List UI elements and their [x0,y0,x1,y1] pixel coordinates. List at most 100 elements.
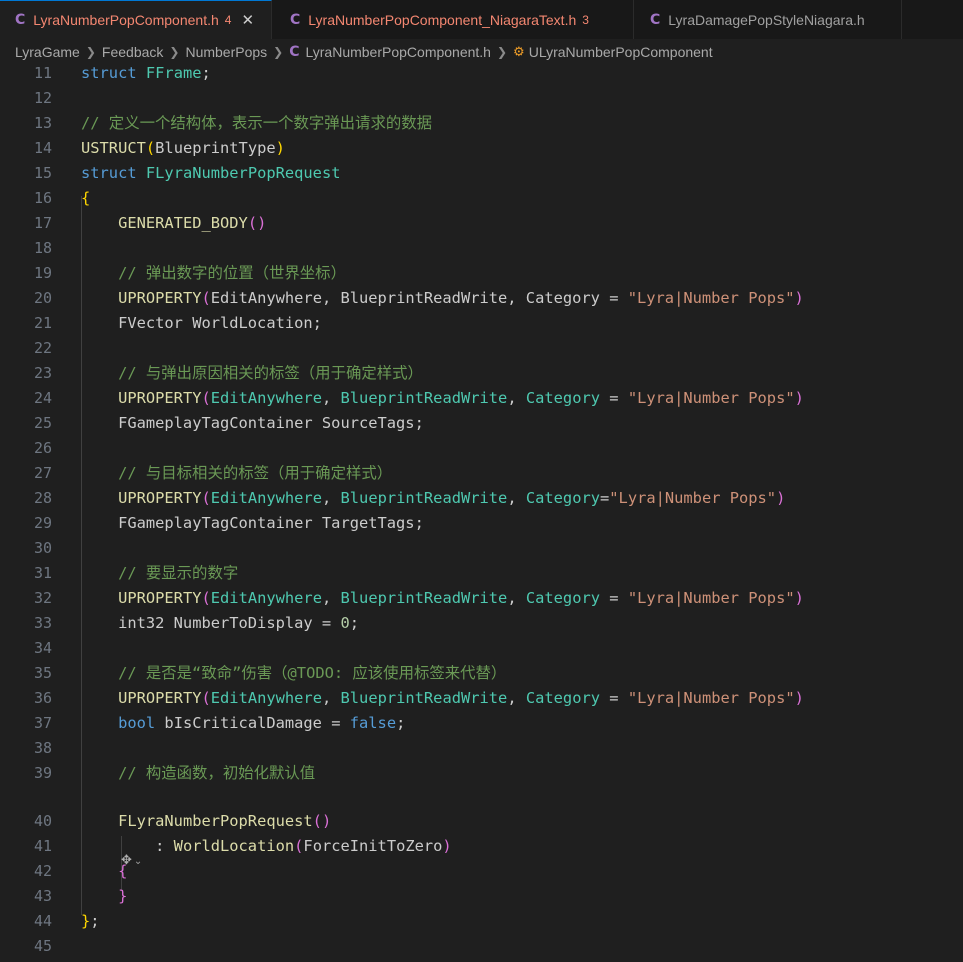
code-line[interactable]: 25 FGameplayTagContainer SourceTags; [0,411,963,436]
code-text: // 弹出数字的位置（世界坐标） [81,261,346,286]
line-number: 11 [33,65,52,82]
class-symbol-icon: ⚙ [513,44,525,60]
chevron-right-icon: ❯ [273,45,284,59]
code-token: ( [201,489,211,507]
line-number: 21 [33,314,52,332]
code-line[interactable]: 36 UPROPERTY(EditAnywhere, BlueprintRead… [0,686,963,711]
code-token: EditAnywhere, BlueprintReadWrite, Catego… [210,289,628,307]
code-line[interactable]: 28 UPROPERTY(EditAnywhere, BlueprintRead… [0,486,963,511]
code-line[interactable]: 39 // 构造函数，初始化默认值 [0,761,963,786]
tab-label: LyraNumberPopComponent.h [33,12,219,28]
code-token: = [600,389,628,407]
code-token: FLyraNumberPopRequest [145,164,341,182]
tab-lyra-number-pop-component-niagara-text[interactable]: C LyraNumberPopComponent_NiagaraText.h 3 [272,0,634,39]
code-token: UPROPERTY [118,589,202,607]
code-token: WorldLocation [173,837,295,855]
line-number: 35 [33,664,52,682]
code-token: ForceInitToZero [303,837,443,855]
code-line[interactable]: 44}; [0,909,963,934]
breadcrumb-item-file[interactable]: LyraNumberPopComponent.h [306,44,491,60]
code-line[interactable]: 31 // 要显示的数字 [0,561,963,586]
code-line[interactable]: 19 // 弹出数字的位置（世界坐标） [0,261,963,286]
code-token: GENERATED_BODY [118,214,248,232]
code-token: Category [525,689,600,707]
line-number: 23 [33,364,52,382]
code-token: FGameplayTagContainer TargetTags; [81,514,424,532]
code-token: FVector WorldLocation; [81,314,322,332]
code-token: ; [396,714,406,732]
code-line[interactable]: 45 [0,934,963,959]
code-token: , [321,689,341,707]
code-line[interactable]: 42 { [0,859,963,884]
code-line[interactable]: 40 FLyraNumberPopRequest() [0,809,963,834]
code-line[interactable]: 32 UPROPERTY(EditAnywhere, BlueprintRead… [0,586,963,611]
code-line[interactable]: 41 : WorldLocation(ForceInitToZero) [0,834,963,859]
code-line[interactable]: 33 int32 NumberToDisplay = 0; [0,611,963,636]
line-number: 45 [33,937,52,955]
code-line[interactable]: 23 // 与弹出原因相关的标签（用于确定样式） [0,361,963,386]
code-token: () [247,214,267,232]
close-icon[interactable]: ✕ [241,11,254,29]
code-token: , [321,489,341,507]
code-text: // 定义一个结构体，表示一个数字弹出请求的数据 [81,111,432,136]
code-line[interactable]: 11 struct FFrame; [0,65,963,86]
code-line[interactable]: 17 GENERATED_BODY() [0,211,963,236]
code-token: UPROPERTY [118,389,202,407]
breadcrumb-item-feedback[interactable]: Feedback [102,44,163,60]
tab-lyra-number-pop-component[interactable]: C LyraNumberPopComponent.h 4 ✕ [0,0,272,39]
code-line[interactable]: 37 bool bIsCriticalDamage = false; [0,711,963,736]
code-line[interactable]: 20 UPROPERTY(EditAnywhere, BlueprintRead… [0,286,963,311]
breadcrumb-item-numberpops[interactable]: NumberPops [185,44,267,60]
code-line[interactable]: 35 // 是否是“致命”伤害（@TODO: 应该使用标签来代替） [0,661,963,686]
code-line[interactable]: 26 [0,436,963,461]
code-token: ) [794,389,804,407]
code-token: ; [90,912,100,930]
code-line[interactable]: 27 // 与目标相关的标签（用于确定样式） [0,461,963,486]
code-line[interactable]: 18 [0,236,963,261]
code-line[interactable]: 24 UPROPERTY(EditAnywhere, BlueprintRead… [0,386,963,411]
code-line[interactable]: 22 [0,336,963,361]
breadcrumb-item-symbol[interactable]: ULyraNumberPopComponent [529,44,713,60]
tab-lyra-damage-pop-style-niagara[interactable]: C LyraDamagePopStyleNiagara.h [634,0,902,39]
code-token: BlueprintReadWrite [340,589,508,607]
code-token: int32 NumberToDisplay = [81,614,341,632]
code-token: { [118,862,128,880]
code-line[interactable]: 14 USTRUCT(BlueprintType) [0,136,963,161]
code-line[interactable]: 34 [0,636,963,661]
code-text: : WorldLocation(ForceInitToZero) [81,834,452,859]
code-text: UPROPERTY(EditAnywhere, BlueprintReadWri… [81,586,804,611]
code-line[interactable]: 16 { [0,186,963,211]
code-token: BlueprintType [155,139,276,157]
line-number: 29 [33,514,52,532]
code-text: // 与目标相关的标签（用于确定样式） [81,461,392,486]
code-line[interactable]: 43 } [0,884,963,909]
code-line[interactable]: 30 [0,536,963,561]
line-number: 34 [33,639,52,657]
code-token: EditAnywhere [210,689,322,707]
code-token: Category [525,389,600,407]
code-editor[interactable]: ✥ ⌄ 11 struct FFrame; 12 13// 定义一个结构体，表示一个数字… [0,65,963,962]
tab-label: LyraDamagePopStyleNiagara.h [668,11,865,28]
code-line[interactable]: 38 [0,736,963,761]
code-line[interactable]: 12 [0,86,963,111]
code-token: false [349,714,397,732]
code-token: ; [201,65,211,82]
code-line[interactable]: 21 FVector WorldLocation; [0,311,963,336]
code-line[interactable]: 13 // 定义一个结构体，表示一个数字弹出请求的数据 [0,111,963,136]
breadcrumb-item-lyragame[interactable]: LyraGame [15,44,80,60]
code-line[interactable]: 29 FGameplayTagContainer TargetTags; [0,511,963,536]
line-number: 24 [33,389,52,407]
code-line[interactable]: 15 struct FLyraNumberPopRequest [0,161,963,186]
code-text: USTRUCT(BlueprintType) [81,136,285,161]
code-token: () [312,812,332,830]
code-token: "Lyra|Number Pops" [627,589,795,607]
code-token: ) [794,589,804,607]
